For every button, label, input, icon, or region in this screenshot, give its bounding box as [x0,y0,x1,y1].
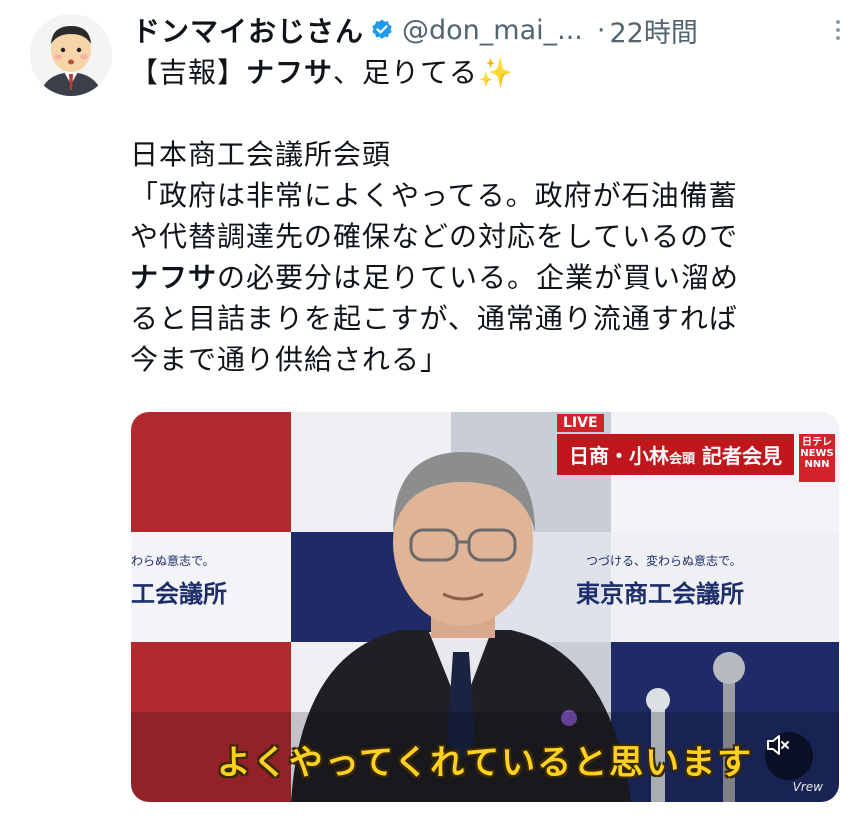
text-para2-line4-rest: の必要分は足りている。企業が買い溜め [217,261,740,294]
cartoon-man-avatar-icon [30,14,112,96]
live-badge: LIVE [557,414,604,432]
more-vertical-icon[interactable] [828,10,848,50]
text-line1-bold: ナフサ [246,56,334,89]
news-headline-main: 日商・小林 [569,444,669,468]
text-para2-line2: 「政府は非常によくやってる。政府が石油備蓄 [130,179,738,212]
news-headline-tail: 記者会見 [701,444,782,468]
wall-text-right: 東京商工会議所 [576,580,744,608]
text-para2-line6: 今まで通り供給される」 [130,343,450,376]
ntv-news-logo: 日テレ NEWS NNN [799,434,835,482]
header-separator: · [596,14,606,46]
text-line1-prefix: 【吉報】 [130,56,247,89]
tweet-text: 【吉報】ナフサ、足りてる✨ 日本商工会議所会頭 「政府は非常によくやってる。政府… [130,52,850,380]
news-headline-small: 会頭 [669,452,696,467]
vrew-watermark: Vrew [792,780,823,794]
verified-badge-icon [370,18,394,42]
tweet-timestamp[interactable]: 22時間 [609,11,697,50]
author-avatar[interactable] [30,14,112,96]
text-line1-suffix: 、足りてる [333,56,479,89]
author-display-name[interactable]: ドンマイおじさん [132,10,364,50]
tweet-header: ドンマイおじさん @don_mai_... · 22時間 [132,10,840,50]
author-handle[interactable]: @don_mai_... [402,15,583,46]
wall-slogan-left: わらぬ意志で。 [131,554,215,568]
news-headline: 日商・小林会頭 記者会見 [557,434,794,475]
sparkle-emoji: ✨ [478,56,514,89]
wall-slogan-right: つづける、変わらぬ意志で。 [586,554,742,568]
video-caption: よくやってくれていると思います [216,743,754,783]
text-para2-line4-bold: ナフサ [130,261,218,294]
speaker-muted-icon[interactable] [765,732,813,780]
text-para2-line5: ると目詰まりを起こすが、通常通り流通すれば [130,302,738,335]
video-player[interactable]: LIVE 日商・小林会頭 記者会見 日テレ NEWS NNN わらぬ意志で。 工… [131,412,839,802]
text-para2-line1: 日本商工会議所会頭 [130,138,392,171]
text-para2-line3: や代替調達先の確保などの対応をしているので [130,220,739,253]
wall-text-left: 工会議所 [131,580,227,608]
